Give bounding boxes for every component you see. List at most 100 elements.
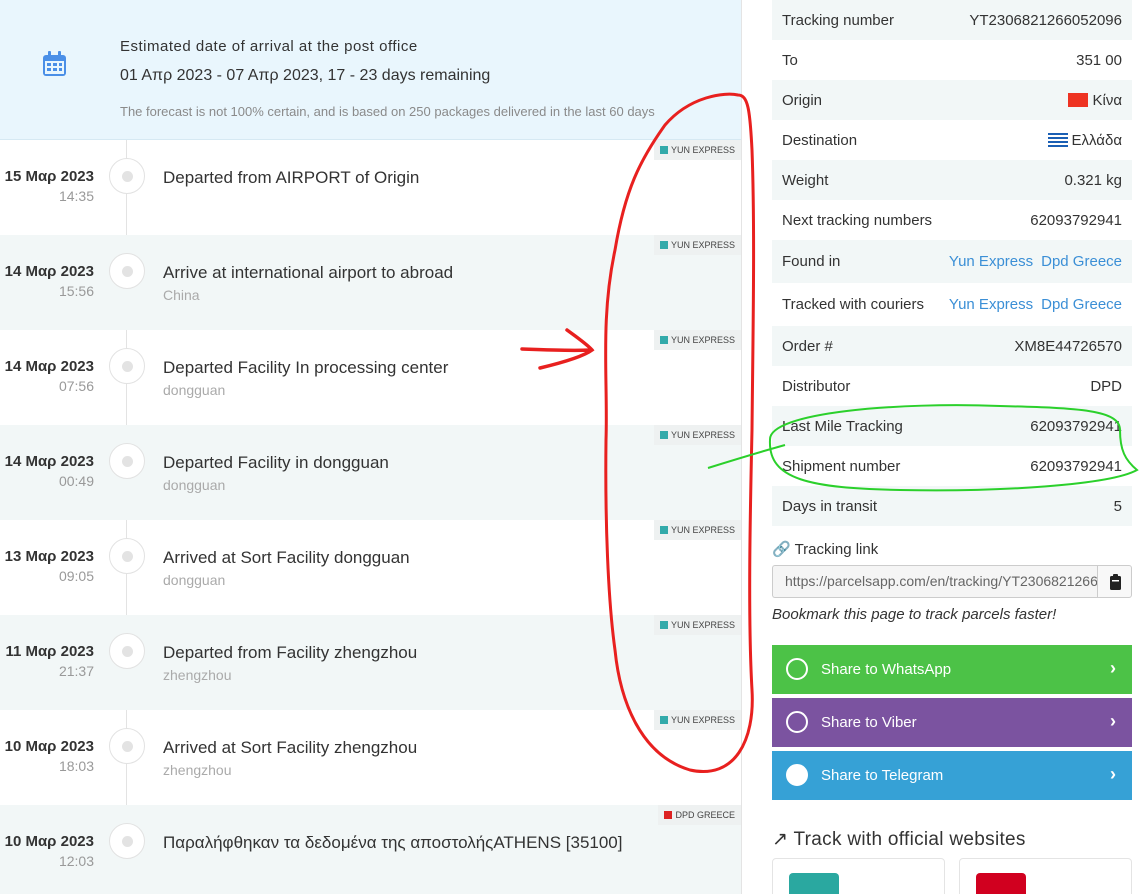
- courier-name: YUN EXPRESS: [670, 620, 735, 630]
- timeline-dot-icon: [109, 538, 145, 574]
- tracking-link-heading: 🔗 Tracking link: [772, 541, 879, 558]
- label: Tracking number: [782, 12, 894, 29]
- share-viber-button[interactable]: Share to Viber ›: [772, 698, 1132, 747]
- courier-badge: YUN EXPRESS: [653, 235, 741, 255]
- event-time: 07:56: [58, 378, 94, 394]
- telegram-icon: [786, 764, 808, 786]
- found-in-link-yun[interactable]: Yun Express: [949, 253, 1033, 270]
- event-row: 10 Μαρ 2023 18:03 Arrived at Sort Facility…: [0, 710, 741, 805]
- calendar-icon: [43, 51, 66, 76]
- tracked-with-link-yun[interactable]: Yun Express: [949, 296, 1033, 313]
- next-tracking-value: 62093792941: [1030, 212, 1122, 229]
- clipboard-icon: [1110, 574, 1121, 590]
- official-websites-heading: ↗ Track with official websites: [772, 829, 1026, 850]
- event-title: Departed Facility in dongguan: [163, 453, 389, 472]
- row-found-in: Found in Yun Express Dpd Greece: [772, 240, 1132, 283]
- tracking-link-input[interactable]: https://parcelsapp.com/en/tracking/YT230…: [772, 565, 1098, 598]
- whatsapp-icon: [786, 658, 808, 680]
- row-last-mile: Last Mile Tracking 62093792941: [772, 406, 1132, 446]
- event-time: 00:49: [58, 473, 94, 489]
- order-value: XM8E44726570: [1014, 338, 1122, 355]
- courier-badge: YUN EXPRESS: [653, 330, 741, 350]
- event-row: 14 Μαρ 2023 15:56 Arrive at international …: [0, 235, 741, 330]
- label: To: [782, 52, 798, 69]
- tracking-number-value: YT2306821266052096: [969, 12, 1122, 29]
- courier-name: DPD GREECE: [675, 810, 735, 820]
- timeline-dot-icon: [109, 728, 145, 764]
- courier-badge: YUN EXPRESS: [653, 425, 741, 445]
- timeline-panel: Estimated date of arrival at the post of…: [0, 0, 742, 894]
- label: Found in: [782, 253, 841, 270]
- shipment-number-value: 62093792941: [1030, 458, 1122, 475]
- courier-name: YUN EXPRESS: [670, 145, 735, 155]
- tracked-with-link-dpd[interactable]: Dpd Greece: [1041, 296, 1122, 313]
- row-origin: Origin Κίνα: [772, 80, 1132, 120]
- courier-logo-icon: [659, 431, 668, 439]
- event-title: Παραλήφθηκαν τα δεδομένα της αποστολήςAT…: [163, 833, 623, 852]
- copy-button[interactable]: [1097, 565, 1132, 598]
- event-location: dongguan: [163, 572, 226, 588]
- destination-value: Ελλάδα: [1071, 132, 1122, 149]
- event-title: Arrived at Sort Facility zhengzhou: [163, 738, 418, 757]
- row-destination: Destination Ελλάδα: [772, 120, 1132, 160]
- cloud-icon: [789, 873, 839, 894]
- row-days-in-transit: Days in transit 5: [772, 486, 1132, 526]
- timeline-dot-icon: [109, 348, 145, 384]
- event-date: 13 Μαρ 2023: [4, 548, 94, 565]
- courier-name: YUN EXPRESS: [670, 525, 735, 535]
- found-in-link-dpd[interactable]: Dpd Greece: [1041, 253, 1122, 270]
- courier-logo-icon: [664, 811, 673, 819]
- event-date: 14 Μαρ 2023: [4, 358, 94, 375]
- courier-badge: YUN EXPRESS: [653, 140, 741, 160]
- official-site-card-yun[interactable]: [772, 858, 945, 894]
- row-tracked-with: Tracked with couriers Yun Express Dpd Gree…: [772, 283, 1132, 326]
- courier-name: YUN EXPRESS: [670, 240, 735, 250]
- days-value: 5: [1113, 498, 1122, 515]
- event-date: 10 Μαρ 2023: [4, 833, 94, 850]
- label: Distributor: [782, 378, 851, 395]
- chevron-right-icon: ›: [1110, 658, 1116, 678]
- official-site-card-dpd[interactable]: [959, 858, 1132, 894]
- timeline-dot-icon: [109, 633, 145, 669]
- weight-value: 0.321 kg: [1064, 172, 1122, 189]
- event-location: zhengzhou: [163, 667, 232, 683]
- event-title: Departed from AIRPORT of Origin: [163, 168, 420, 187]
- label: Destination: [782, 132, 858, 149]
- timeline-dot-icon: [109, 158, 145, 194]
- courier-logo-icon: [659, 146, 668, 154]
- event-row: 10 Μαρ 2023 12:03 Παραλήφθηκαν τα δεδομένα…: [0, 805, 741, 894]
- greece-flag-icon: [1047, 133, 1068, 147]
- event-date: 14 Μαρ 2023: [4, 263, 94, 280]
- timeline-dot-icon: [109, 823, 145, 859]
- label: Shipment number: [782, 458, 901, 475]
- china-flag-icon: [1068, 93, 1089, 107]
- viber-icon: [786, 711, 808, 733]
- share-whatsapp-button[interactable]: Share to WhatsApp ›: [772, 645, 1132, 694]
- row-next-tracking: Next tracking numbers 62093792941: [772, 200, 1132, 240]
- tracking-page: Estimated date of arrival at the post of…: [0, 0, 1139, 894]
- external-link-icon: ↗: [772, 829, 794, 850]
- event-title: Departed Facility In processing center: [163, 358, 449, 377]
- event-title: Departed from Facility zhengzhou: [163, 643, 418, 662]
- to-value: 351 00: [1076, 52, 1122, 69]
- event-location: China: [163, 287, 200, 303]
- event-title: Arrived at Sort Facility dongguan: [163, 548, 410, 567]
- event-date: 14 Μαρ 2023: [4, 453, 94, 470]
- courier-name: YUN EXPRESS: [670, 335, 735, 345]
- details-panel: Tracking number YT2306821266052096 To 351 …: [772, 0, 1132, 526]
- share-telegram-button[interactable]: Share to Telegram ›: [772, 751, 1132, 800]
- eta-note: The forecast is not 100% certain, and is…: [120, 104, 655, 119]
- row-distributor: Distributor DPD: [772, 366, 1132, 406]
- event-location: dongguan: [163, 477, 226, 493]
- origin-value: Κίνα: [1092, 92, 1122, 109]
- link-icon: 🔗: [772, 541, 795, 558]
- courier-logo-icon: [659, 716, 668, 724]
- event-time: 14:35: [58, 188, 94, 204]
- event-time: 12:03: [58, 853, 94, 869]
- row-shipment-number: Shipment number 62093792941: [772, 446, 1132, 486]
- row-to: To 351 00: [772, 40, 1132, 80]
- event-location: zhengzhou: [163, 762, 232, 778]
- event-row: 15 Μαρ 2023 14:35 Departed from AIRPORT of…: [0, 140, 741, 235]
- event-date: 10 Μαρ 2023: [4, 738, 94, 755]
- eta-range: 01 Απρ 2023 - 07 Απρ 2023, 17 - 23 days …: [120, 67, 491, 84]
